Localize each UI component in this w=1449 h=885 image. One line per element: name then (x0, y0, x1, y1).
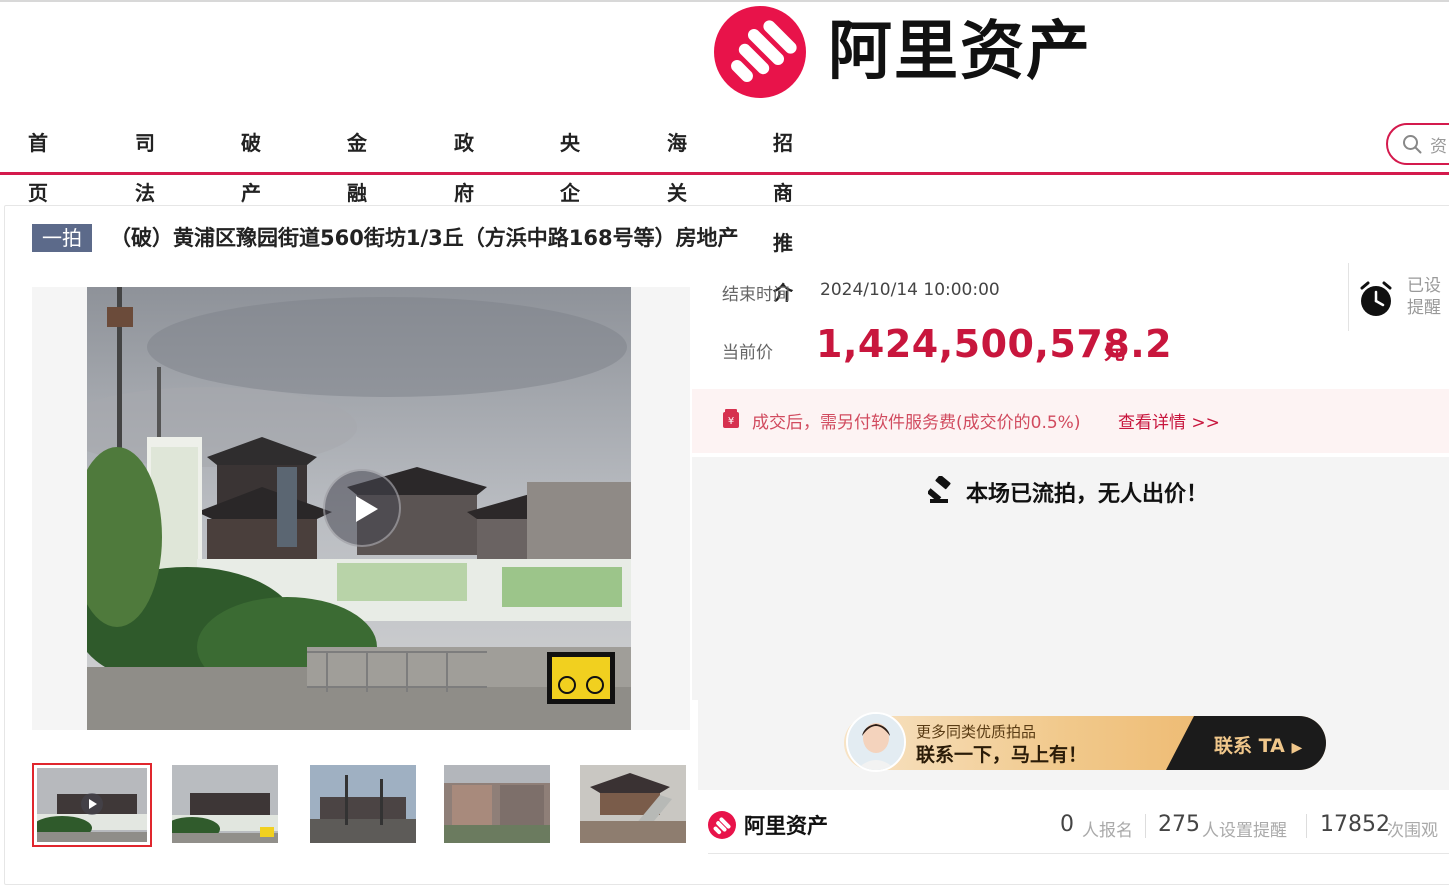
banner-tagline: 更多同类优质拍品 (916, 723, 1037, 741)
footer-divider (708, 853, 1449, 854)
footer-brand-name: 阿里资产 (744, 814, 828, 838)
chevron-right-icon: ▶ (1291, 740, 1303, 756)
auction-status-text: 本场已流拍，无人出价！ (966, 482, 1209, 507)
nav-underline (0, 172, 1449, 175)
gallery-thumbnail[interactable] (580, 765, 686, 843)
gallery-thumbnail[interactable] (32, 763, 152, 847)
fee-icon: ¥ (723, 409, 739, 428)
stat-divider (1306, 814, 1307, 838)
gavel-icon (928, 476, 951, 503)
contact-agent-button[interactable]: 联系 TA ▶ (1214, 731, 1302, 758)
signup-count: 0 (1060, 812, 1074, 837)
search-input[interactable]: 资 (1386, 123, 1449, 165)
current-price-label: 当前价 (722, 343, 773, 363)
view-count: 17852 (1320, 812, 1390, 837)
signup-label: 人报名 (1082, 821, 1133, 841)
fee-notice-text: 成交后，需另付软件服务费(成交价的0.5%) (752, 413, 1081, 433)
end-time-value: 2024/10/14 10:00:00 (820, 280, 1000, 300)
nav-item-soe[interactable]: 央企 (560, 118, 580, 218)
footer-brand: 阿里资产 (708, 810, 828, 840)
gallery-thumbnail[interactable] (172, 765, 278, 843)
reminder-status[interactable]: 已设提醒 (1407, 275, 1447, 319)
play-video-button[interactable] (323, 469, 401, 547)
alarm-clock-icon[interactable] (1358, 280, 1394, 318)
nav-item-government[interactable]: 政府 (454, 118, 474, 218)
brand-logo[interactable]: 阿里资产 (714, 6, 1094, 98)
search-placeholder: 资 (1430, 136, 1447, 157)
nav-item-home[interactable]: 首页 (28, 118, 48, 218)
nav-item-bankruptcy[interactable]: 破产 (241, 118, 261, 218)
logo-icon (714, 6, 806, 98)
agent-avatar (846, 712, 906, 772)
nav-item-judicial[interactable]: 司法 (135, 118, 155, 218)
reminder-count-label: 人设置提醒 (1202, 821, 1287, 841)
search-icon (1403, 135, 1422, 154)
gallery-thumbnail[interactable] (444, 765, 550, 843)
reminder-count: 275 (1158, 812, 1200, 837)
footer-logo-icon (708, 811, 736, 839)
price-unit: 元 (1104, 340, 1125, 364)
view-count-label: 次围观 (1387, 821, 1438, 841)
nav-item-finance[interactable]: 金融 (347, 118, 367, 218)
top-border (0, 0, 1449, 2)
contact-button-label: 联系 TA (1214, 735, 1285, 757)
nav-item-customs[interactable]: 海关 (667, 118, 687, 218)
fee-details-link[interactable]: 查看详情 >> (1118, 408, 1220, 433)
auction-round-badge: 一拍 (32, 224, 92, 252)
end-time-label: 结束时间 (722, 285, 790, 305)
brand-name: 阿里资产 (828, 15, 1092, 89)
listing-title: （破）黄浦区豫园街道560街坊1/3丘（方浜中路168号等）房地产 (110, 226, 739, 250)
gallery-thumbnail[interactable] (310, 765, 416, 843)
svg-text:¥: ¥ (728, 416, 734, 427)
banner-headline: 联系一下，马上有！ (916, 744, 1088, 766)
stat-divider (1145, 814, 1146, 838)
